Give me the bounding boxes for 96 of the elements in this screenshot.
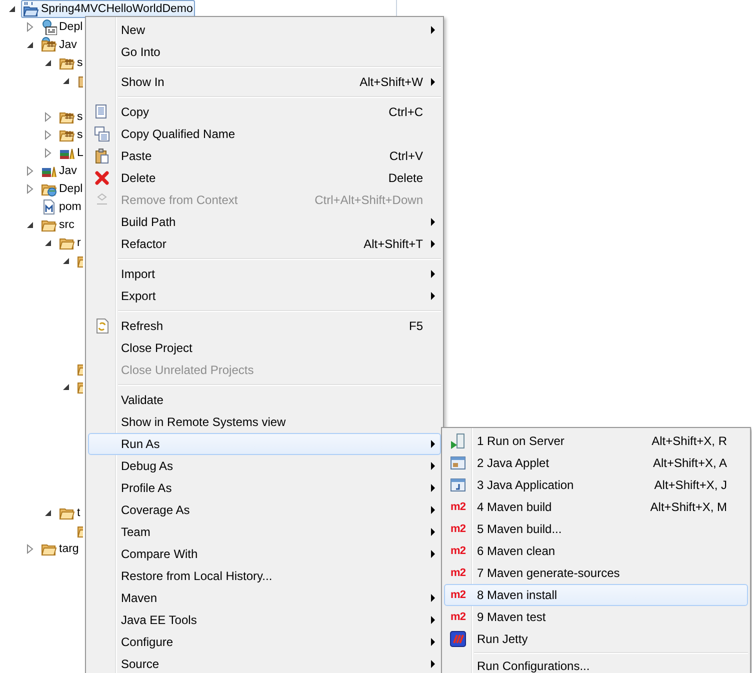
shortcut-text: Delete [388, 171, 423, 185]
paste-icon [94, 148, 110, 164]
menu-item[interactable]: Refresh F5 [88, 315, 441, 337]
collapsed-arrow-icon[interactable] [26, 544, 34, 554]
shortcut-text: Ctrl+Alt+Shift+Down [314, 193, 423, 207]
shortcut-text: Alt+Shift+T [364, 237, 423, 251]
tree-item[interactable]: s [57, 126, 85, 144]
menu-item[interactable]: Copy Qualified Name [88, 123, 441, 145]
menu-item[interactable]: Copy Ctrl+C [88, 101, 441, 123]
applet-icon [450, 455, 466, 471]
expanded-arrow-icon[interactable] [62, 257, 70, 265]
tree-item[interactable]: r [57, 234, 83, 252]
copy-icon [94, 126, 110, 142]
shortcut-text: Alt+Shift+W [360, 75, 423, 89]
menu-item[interactable]: Show in Remote Systems view [88, 411, 441, 433]
collapsed-arrow-icon[interactable] [26, 166, 34, 176]
tree-item[interactable]: src [39, 216, 76, 234]
tree-item[interactable]: s [57, 54, 85, 72]
maven-file-icon [41, 199, 57, 215]
delete-icon [94, 170, 110, 186]
expanded-arrow-icon[interactable] [8, 5, 16, 13]
shortcut-text: Ctrl+C [388, 105, 423, 119]
descriptor-icon [41, 19, 57, 35]
menu-item[interactable]: 3 Java Application Alt+Shift+X, J [444, 474, 748, 496]
package-folder-icon [41, 37, 57, 53]
menu-item[interactable]: Build Path [88, 211, 441, 233]
collapsed-arrow-icon[interactable] [44, 148, 52, 158]
tree-item[interactable]: targ [39, 540, 81, 558]
menu-item[interactable]: 1 Run on Server Alt+Shift+X, R [444, 430, 748, 452]
tree-item[interactable]: s [57, 108, 85, 126]
menu-item[interactable]: Run Jetty [444, 628, 748, 650]
menu-item[interactable]: Profile As [88, 477, 441, 499]
expanded-arrow-icon[interactable] [62, 77, 70, 85]
menu-item[interactable]: Source [88, 653, 441, 673]
menu-item[interactable]: Coverage As [88, 499, 441, 521]
menu-item[interactable]: Maven [88, 587, 441, 609]
project-folder-icon [23, 1, 39, 17]
collapsed-arrow-icon[interactable] [26, 22, 34, 32]
expanded-arrow-icon[interactable] [26, 221, 34, 229]
expanded-arrow-icon[interactable] [62, 383, 70, 391]
run-server-icon [450, 433, 466, 449]
maven-label: m2 [450, 501, 466, 513]
collapsed-arrow-icon[interactable] [26, 184, 34, 194]
maven-label: m2 [450, 589, 466, 601]
menu-item[interactable]: New [88, 19, 441, 41]
shortcut-text: Alt+Shift+X, R [652, 434, 727, 448]
maven-label: m2 [450, 545, 466, 557]
expanded-arrow-icon[interactable] [44, 509, 52, 517]
menu-item[interactable]: Validate [88, 389, 441, 411]
maven-label: m2 [450, 523, 466, 535]
application-icon [450, 477, 466, 493]
tree-item[interactable]: Jav [39, 162, 79, 180]
shortcut-text: Ctrl+V [389, 149, 423, 163]
collapsed-arrow-icon[interactable] [44, 130, 52, 140]
menu-item[interactable]: m2 5 Maven build... [444, 518, 748, 540]
menu-item[interactable]: Paste Ctrl+V [88, 145, 441, 167]
shortcut-text: F5 [408, 319, 423, 333]
tree-item[interactable]: Jav [39, 36, 79, 54]
shortcut-text: Alt+Shift+X, J [654, 478, 727, 492]
jetty-icon [450, 631, 466, 647]
maven-label: m2 [450, 567, 466, 579]
menu-item[interactable]: Close Project [88, 337, 441, 359]
expanded-arrow-icon[interactable] [26, 41, 34, 49]
menu-item[interactable]: Import [88, 263, 441, 285]
menu-item[interactable]: Delete Delete [88, 167, 441, 189]
menu-item[interactable]: Export [88, 285, 441, 307]
maven-label: m2 [450, 611, 466, 623]
tree-item[interactable]: t [57, 504, 82, 522]
menu-item[interactable]: Compare With [88, 543, 441, 565]
menu-item[interactable]: Refactor Alt+Shift+T [88, 233, 441, 255]
collapsed-arrow-icon[interactable] [44, 112, 52, 122]
menu-item[interactable]: Team [88, 521, 441, 543]
menu-item[interactable]: Restore from Local History... [88, 565, 441, 587]
menu-item[interactable]: 2 Java Applet Alt+Shift+X, A [444, 452, 748, 474]
menu-item[interactable]: Debug As [88, 455, 441, 477]
shortcut-text: Alt+Shift+X, A [652, 456, 727, 470]
shortcut-text: Alt+Shift+X, M [650, 500, 727, 514]
tree-item[interactable]: Spring4MVCHelloWorldDemo [21, 0, 195, 18]
menu-item[interactable]: m2 4 Maven build Alt+Shift+X, M [444, 496, 748, 518]
menu-item[interactable]: Java EE Tools [88, 609, 441, 631]
menu-item[interactable]: m2 8 Maven install [444, 584, 748, 606]
expanded-arrow-icon[interactable] [44, 239, 52, 247]
menu-item[interactable]: m2 9 Maven test [444, 606, 748, 628]
menu-item[interactable]: Configure [88, 631, 441, 653]
expanded-arrow-icon[interactable] [44, 59, 52, 67]
menu-item[interactable]: m2 6 Maven clean [444, 540, 748, 562]
menu-item[interactable]: Show In Alt+Shift+W [88, 71, 441, 93]
menu-item[interactable]: Go Into [88, 41, 441, 63]
tree-item[interactable]: Depl [39, 180, 85, 198]
tree-item[interactable]: pom [39, 198, 84, 216]
menu-item[interactable]: Run As [88, 433, 441, 455]
menu-item[interactable]: m2 7 Maven generate-sources [444, 562, 748, 584]
menu-item[interactable]: Run Configurations... [444, 655, 748, 673]
refresh-icon [94, 318, 110, 334]
tree-item[interactable]: Depl [39, 18, 85, 36]
tree-item[interactable]: L [57, 144, 86, 162]
